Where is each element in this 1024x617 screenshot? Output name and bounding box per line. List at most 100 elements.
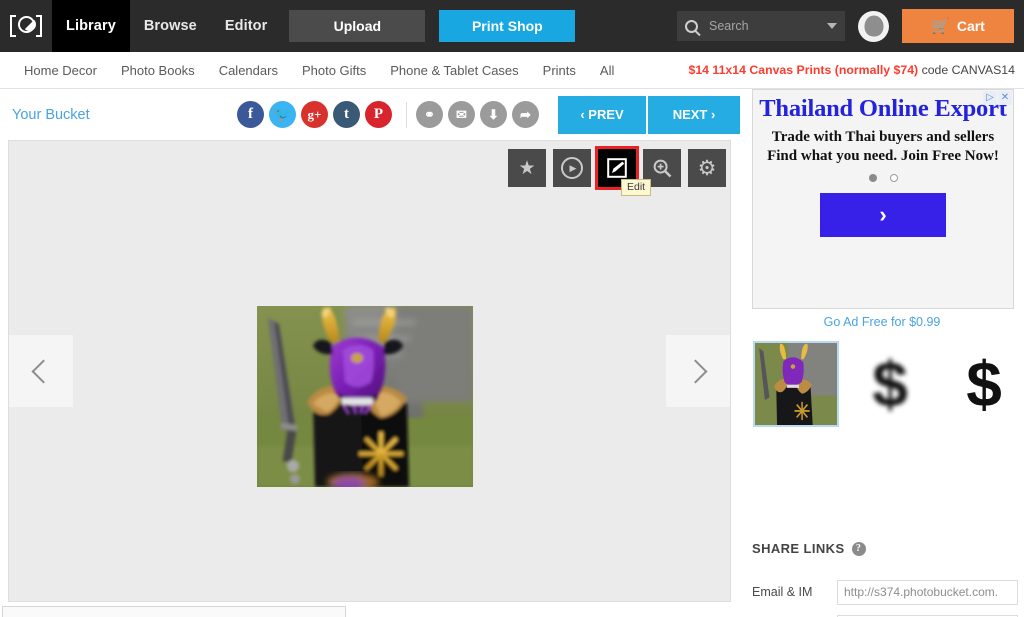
share-row-direct: Direct [740,612,1024,617]
play-circle-icon: ▶ [561,157,583,179]
facebook-glyph: f [248,106,253,122]
promo-highlight: $14 11x14 Canvas Prints (normally $74) [688,63,919,77]
search-box[interactable] [677,11,845,41]
gear-icon: ⚙ [697,156,717,180]
twitter-glyph: 🐦 [273,107,292,123]
subnav-label: Phone & Tablet Cases [390,62,519,78]
nav-item-editor[interactable]: Editor [211,0,282,52]
help-icon[interactable]: ? [851,541,866,556]
pinterest-share-icon[interactable]: P [365,101,392,128]
main-photo[interactable] [257,306,473,487]
logo[interactable] [0,0,52,52]
upload-button-label: Upload [333,18,382,34]
subnav-item-photo-books[interactable]: Photo Books [109,63,207,78]
chevron-right-icon [683,358,708,384]
nav-item-library[interactable]: Library [52,0,130,52]
breadcrumb-your-bucket[interactable]: Your Bucket [12,107,90,123]
adchoices-triangle-icon[interactable]: ▷ [983,91,997,105]
dollar-thumbnail[interactable]: $ [941,341,1024,427]
facebook-share-icon[interactable]: f [237,101,264,128]
go-ad-free-link[interactable]: Go Ad Free for $0.99 [740,315,1024,329]
ad-subtext: Trade with Thai buyers and sellers Find … [753,128,1013,166]
camera-icon [10,15,42,37]
settings-button[interactable]: ⚙ [688,149,726,187]
subnav-label: Home Decor [24,62,97,78]
share-input-email-im[interactable] [837,579,1018,605]
tumblr-glyph: t [344,106,349,122]
avatar[interactable] [858,10,889,42]
print-shop-button-label: Print Shop [471,18,543,34]
subnav-label: Calendars [218,62,278,78]
close-x-icon[interactable]: ✕ [998,91,1012,105]
right-sidebar: ▷ ✕ Thailand Online Export Trade with Th… [740,89,1024,617]
ad-line-1: Trade with Thai buyers and sellers [771,129,995,145]
download-icon[interactable]: ⬇ [480,101,507,128]
link-icon[interactable]: ⚭ [416,101,443,128]
share-links-heading: SHARE LINKS ? [752,541,866,556]
favorite-button[interactable]: ★ [508,149,546,187]
edit-button[interactable]: Edit [595,146,652,196]
viewer-next-arrow-button[interactable] [666,335,730,407]
social-share-group: f 🐦 g+ t P ⚭ ✉ ⬇ ➦ ‹ PREV NEXT › [237,95,740,134]
photo-thumbnail[interactable] [753,341,839,427]
viewer-prev-arrow-button[interactable] [9,335,73,407]
tumblr-share-icon[interactable]: t [333,101,360,128]
bottom-status-panel [2,606,346,617]
search-icon [685,19,698,33]
email-glyph: ✉ [456,106,467,122]
subnav-item-calendars[interactable]: Calendars [207,63,290,78]
ad-dot-2[interactable] [889,174,898,182]
search-input[interactable] [707,18,812,34]
subnav-item-home-decor[interactable]: Home Decor [12,63,109,78]
share-links-label: SHARE LINKS [752,541,845,556]
googleplus-share-icon[interactable]: g+ [301,101,328,128]
ad-headline: Thailand Online Export [759,95,1007,122]
share-glyph: ➦ [520,106,531,122]
share-label-email-im: Email & IM [752,585,813,599]
subnav-label: Prints [542,62,576,78]
warhammer-miniature-photo [257,306,473,487]
subnav-label: All [599,62,615,78]
slideshow-button[interactable]: ▶ [553,149,591,187]
promo-banner[interactable]: $14 11x14 Canvas Prints (normally $74) c… [688,63,1024,77]
share-links-list: Email & IM Direct HTML IMG [740,577,1024,617]
upload-button[interactable]: Upload [289,10,426,42]
nav-item-editor-label: Editor [224,18,268,34]
ad-carousel-dots [753,174,1013,182]
top-nav-right-group: 🛒 Cart [677,9,1024,43]
cart-button[interactable]: 🛒 Cart [902,9,1014,43]
ad-dot-1[interactable] [868,174,877,182]
pinterest-glyph: P [373,106,384,122]
subnav-label: Photo Books [120,62,195,78]
subnav-item-photo-gifts[interactable]: Photo Gifts [290,63,378,78]
nav-item-browse-label: Browse [143,18,197,34]
email-icon[interactable]: ✉ [448,101,475,128]
ad-cta-button[interactable]: › [820,193,946,237]
next-button[interactable]: NEXT › [648,95,740,134]
subnav-item-prints[interactable]: Prints [531,63,588,78]
thumbnail-image [755,343,837,425]
cart-label: Cart [956,18,985,34]
photo-toolbar: ★ ▶ Edit ⚙ [501,146,726,196]
nav-item-browse[interactable]: Browse [130,0,211,52]
subnav-item-all[interactable]: All [588,63,626,78]
shopping-cart-icon: 🛒 [931,18,950,35]
star-icon: ★ [518,157,536,179]
subnav-item-phone-tablet-cases[interactable]: Phone & Tablet Cases [378,63,530,78]
share-action-bar: Your Bucket f 🐦 g+ t P ⚭ ✉ ⬇ ➦ ‹ PREV NE… [0,89,740,140]
dollar-thumbnail-blurred[interactable]: $ [847,341,933,427]
prev-button[interactable]: ‹ PREV [558,95,646,134]
share-icon[interactable]: ➦ [512,101,539,128]
photo-viewer: ★ ▶ Edit ⚙ [8,140,731,602]
magnifier-plus-icon [653,159,671,177]
thumbnail-strip: $ $ [753,341,1024,427]
chevron-down-icon[interactable] [827,23,837,29]
link-glyph: ⚭ [424,106,435,122]
download-glyph: ⬇ [488,106,499,122]
print-shop-button[interactable]: Print Shop [439,10,576,42]
share-row-email-im: Email & IM [740,577,1024,607]
top-navigation-bar: Library Browse Editor Upload Print Shop … [0,0,1024,52]
twitter-share-icon[interactable]: 🐦 [269,101,296,128]
advertisement[interactable]: ▷ ✕ Thailand Online Export Trade with Th… [752,89,1014,309]
googleplus-glyph: g+ [307,106,322,122]
